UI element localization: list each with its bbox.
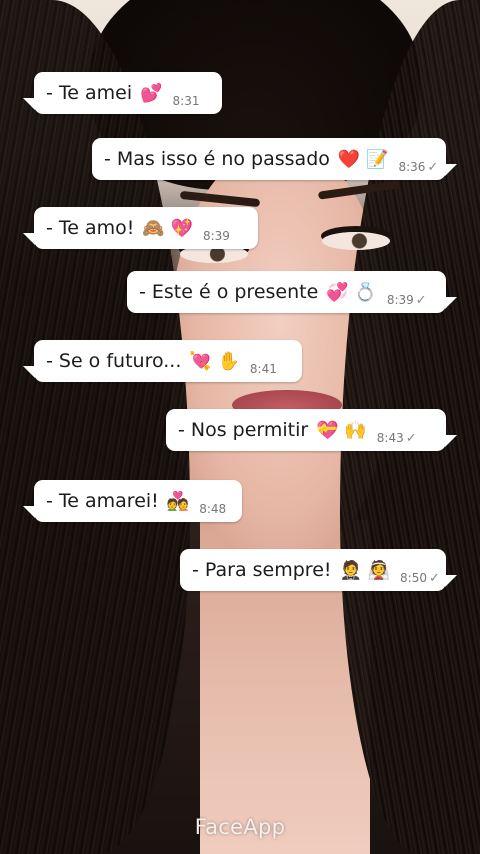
emoji: 💝 🙌 <box>316 419 367 441</box>
message-time: 8:50 <box>400 571 427 585</box>
message-text: - Te amarei! <box>46 490 159 512</box>
message-time: 8:43 <box>376 431 404 445</box>
message-time: 8:41 <box>249 362 277 376</box>
chat-bubble-outgoing[interactable]: - Para sempre! 🤵 👰 8:50 ✓ <box>180 549 457 591</box>
read-check-icon: ✓ <box>405 431 417 446</box>
chat-bubble-outgoing[interactable]: - Este é o presente 💞 💍 8:39 ✓ <box>127 271 457 313</box>
message-text: - Se o futuro... <box>46 350 182 372</box>
emoji: 💘 ✋ <box>189 350 240 372</box>
message-text: - Te amei <box>46 82 133 104</box>
chat-bubble-incoming[interactable]: - Se o futuro... 💘 ✋ 8:41 <box>23 340 302 382</box>
message-text: - Nos permitir <box>178 419 309 441</box>
chat-bubble-incoming[interactable]: - Te amarei! 💑 8:48 <box>23 480 242 522</box>
message-time: 8:36 <box>398 160 426 174</box>
chat-bubble-outgoing[interactable]: - Mas isso é no passado ❤️ 📝 8:36 ✓ <box>92 138 457 180</box>
message-time: 8:39 <box>386 293 414 307</box>
message-time: 8:31 <box>172 94 200 108</box>
chat-bubble-incoming[interactable]: - Te amei 💕 8:31 <box>23 72 222 114</box>
message-text: - Mas isso é no passado <box>104 148 330 170</box>
message-text: - Te amo! <box>46 217 135 239</box>
read-check-icon: ✓ <box>415 293 427 308</box>
emoji: 💞 💍 <box>326 281 377 303</box>
message-text: - Para sempre! <box>192 559 332 581</box>
message-time: 8:39 <box>202 229 230 243</box>
emoji: ❤️ 📝 <box>337 148 389 170</box>
message-text: - Este é o presente <box>139 281 319 303</box>
faceapp-watermark: FaceApp <box>194 815 286 839</box>
emoji: 💕 <box>140 82 163 104</box>
emoji: 💑 <box>166 490 190 512</box>
read-check-icon: ✓ <box>427 160 439 175</box>
emoji: 🙈 💖 <box>142 217 193 239</box>
eye-right <box>322 232 390 250</box>
chat-bubble-outgoing[interactable]: - Nos permitir 💝 🙌 8:43 ✓ <box>166 409 457 451</box>
message-time: 8:48 <box>199 502 227 516</box>
emoji: 🤵 👰 <box>339 559 391 581</box>
chat-bubble-incoming[interactable]: - Te amo! 🙈 💖 8:39 <box>23 207 258 249</box>
read-check-icon: ✓ <box>429 571 440 586</box>
